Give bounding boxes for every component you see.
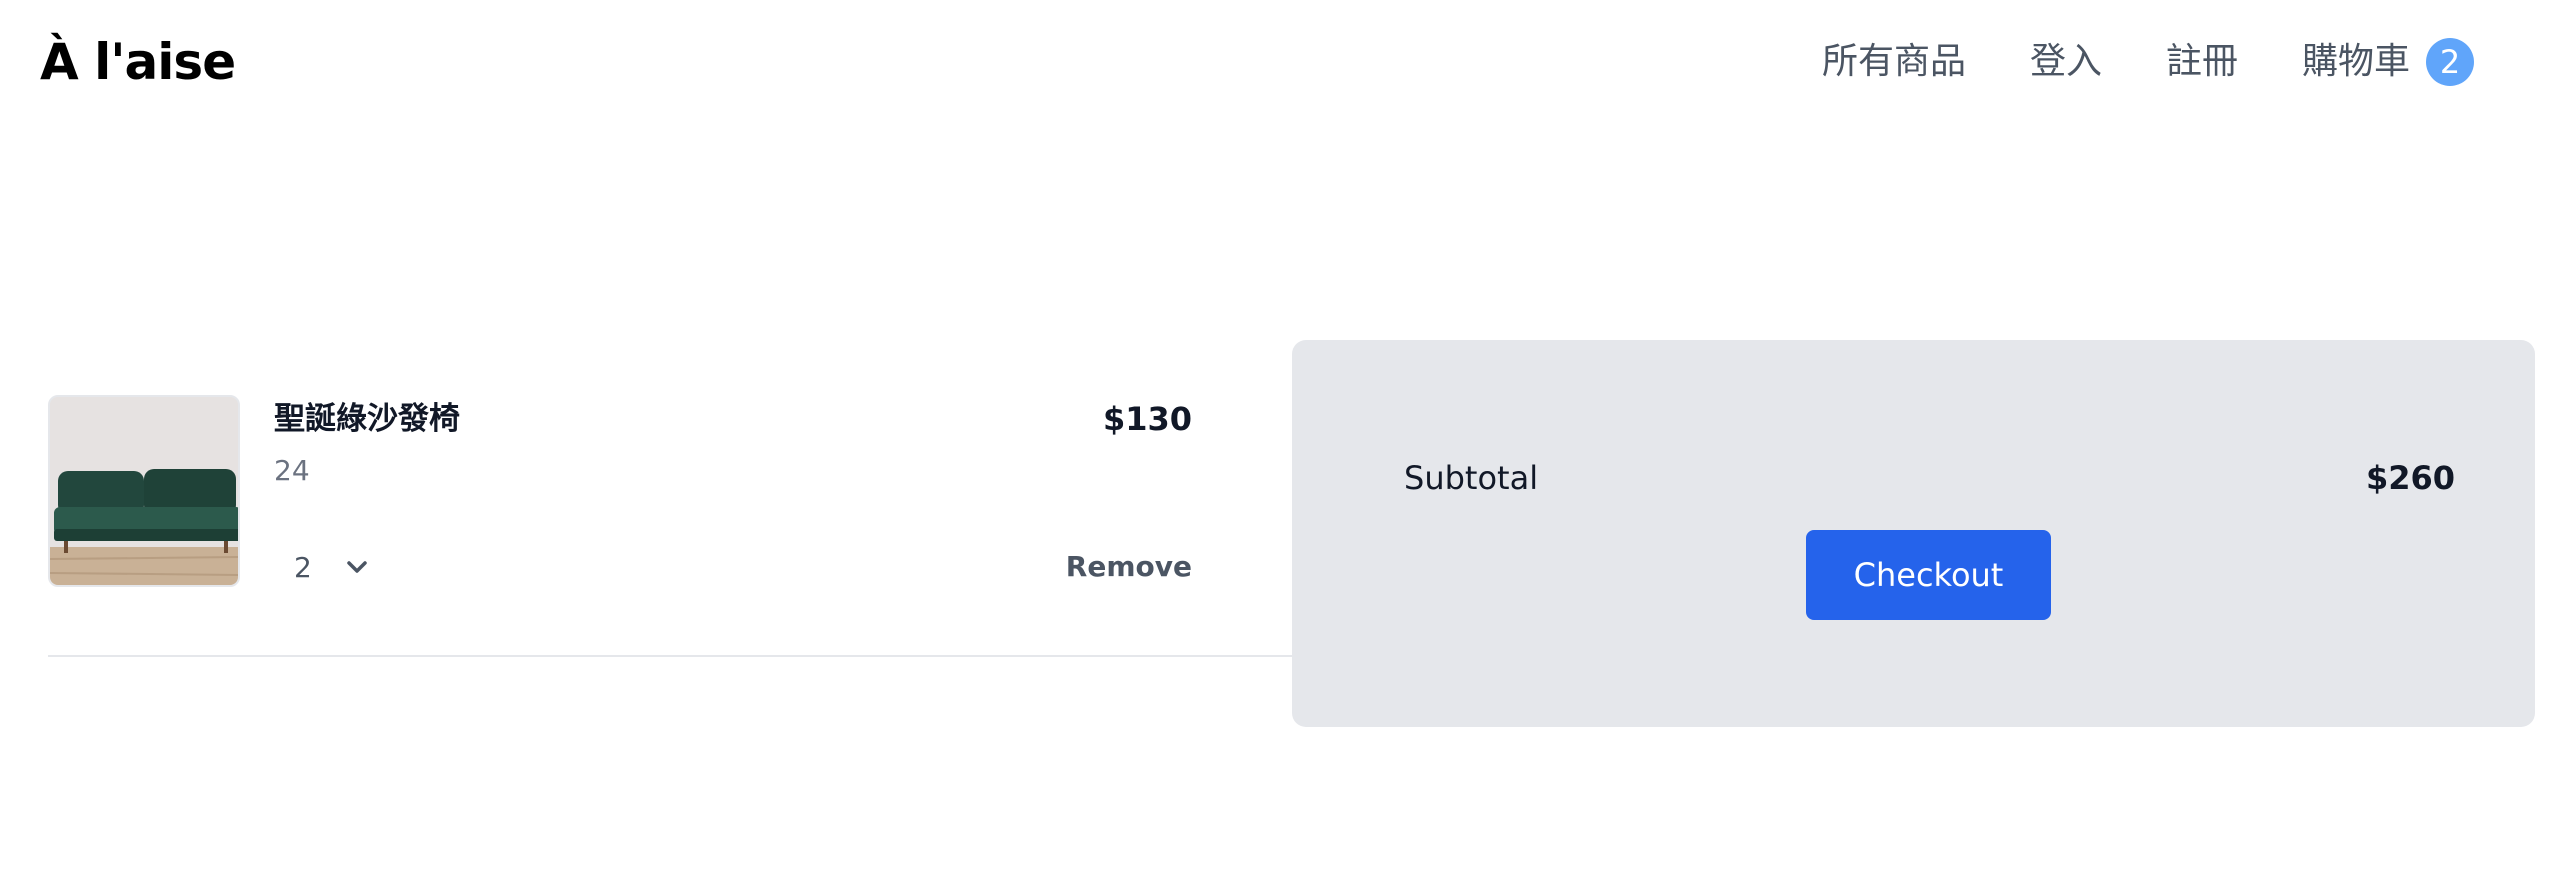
nav-all-products[interactable]: 所有商品 xyxy=(1822,30,1966,94)
nav-login[interactable]: 登入 xyxy=(2030,30,2102,94)
nav-cart-label: 購物車 xyxy=(2301,41,2410,82)
cart-count-badge: 2 xyxy=(2426,38,2474,86)
main-nav: 所有商品 登入 註冊 購物車 2 xyxy=(1822,30,2474,94)
nav-cart[interactable]: 購物車 2 xyxy=(2302,30,2474,94)
quantity-value: 2 xyxy=(294,550,312,584)
checkout-button[interactable]: Checkout xyxy=(1806,530,2051,620)
order-summary: Subtotal $260 Checkout xyxy=(1292,340,2535,727)
chevron-down-icon xyxy=(346,560,368,574)
item-price: $130 xyxy=(1102,400,1192,438)
nav-register[interactable]: 註冊 xyxy=(2166,30,2238,94)
item-name[interactable]: 聖誕綠沙發椅 xyxy=(274,399,460,439)
quantity-select[interactable]: 2 xyxy=(274,545,368,589)
remove-button[interactable]: Remove xyxy=(1066,547,1192,587)
sofa-image[interactable] xyxy=(48,395,240,587)
cart-item: 聖誕綠沙發椅 24 $130 2 Remove xyxy=(48,395,1292,657)
item-variant: 24 xyxy=(274,454,310,487)
site-logo[interactable]: À l'aise xyxy=(40,30,236,94)
subtotal-label: Subtotal xyxy=(1404,459,1539,497)
subtotal-value: $260 xyxy=(2365,459,2455,497)
site-header: À l'aise 所有商品 登入 註冊 購物車 2 xyxy=(0,0,2570,128)
